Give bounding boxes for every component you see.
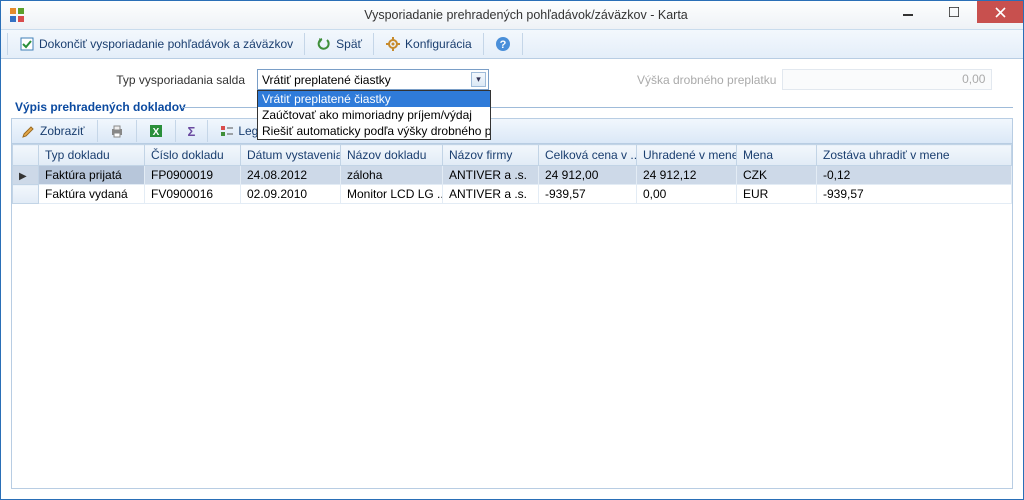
cell: -939,57 bbox=[539, 185, 637, 204]
settlement-type-combo[interactable]: Vrátiť preplatené čiastky ▾ Vrátiť prepl… bbox=[257, 69, 489, 90]
col-header[interactable]: Dátum vystavenia bbox=[241, 145, 341, 166]
overpayment-label: Výška drobného preplatku bbox=[637, 73, 776, 87]
cell: ANTIVER a .s. bbox=[443, 185, 539, 204]
config-button[interactable]: Konfigurácia bbox=[378, 32, 479, 56]
config-label: Konfigurácia bbox=[405, 37, 472, 51]
finish-settlement-button[interactable]: Dokončiť vysporiadanie pohľadávok a závä… bbox=[12, 32, 300, 56]
chevron-down-icon[interactable]: ▾ bbox=[471, 72, 486, 87]
sigma-icon: Σ bbox=[188, 124, 196, 139]
help-icon: ? bbox=[495, 36, 511, 52]
finish-label: Dokončiť vysporiadanie pohľadávok a závä… bbox=[39, 37, 293, 51]
sum-button[interactable]: Σ bbox=[182, 121, 202, 142]
edit-icon bbox=[22, 124, 36, 138]
settlement-type-dropdown: Vrátiť preplatené čiastky Zaúčtovať ako … bbox=[257, 90, 491, 140]
cell: 24 912,00 bbox=[539, 166, 637, 185]
col-header[interactable]: Mena bbox=[737, 145, 817, 166]
undo-icon bbox=[316, 36, 332, 52]
overpayment-value: 0,00 bbox=[782, 69, 992, 90]
grid-header-row: Typ dokladu Číslo dokladu Dátum vystaven… bbox=[13, 145, 1012, 166]
combo-value: Vrátiť preplatené čiastky bbox=[262, 73, 391, 87]
row-indicator: ▶ bbox=[13, 166, 39, 185]
finish-icon bbox=[19, 36, 35, 52]
col-header[interactable]: Typ dokladu bbox=[39, 145, 145, 166]
minimize-button[interactable] bbox=[885, 1, 931, 23]
row-indicator bbox=[13, 185, 39, 204]
print-button[interactable] bbox=[104, 121, 130, 141]
title-bar: Vysporiadanie prehradených pohľadávok/zá… bbox=[1, 1, 1023, 29]
dropdown-option[interactable]: Zaúčtovať ako mimoriadny príjem/výdaj bbox=[258, 107, 490, 123]
documents-section-title: Výpis prehradených dokladov bbox=[1, 94, 1023, 116]
window-title: Vysporiadanie prehradených pohľadávok/zá… bbox=[29, 8, 1023, 22]
col-header[interactable]: Zostáva uhradiť v mene bbox=[817, 145, 1012, 166]
svg-text:X: X bbox=[152, 127, 159, 138]
col-header[interactable]: Celková cena v ... bbox=[539, 145, 637, 166]
cell: ANTIVER a .s. bbox=[443, 166, 539, 185]
dropdown-option[interactable]: Vrátiť preplatené čiastky bbox=[258, 91, 490, 107]
col-header[interactable]: Názov firmy bbox=[443, 145, 539, 166]
cell: 02.09.2010 bbox=[241, 185, 341, 204]
cell: EUR bbox=[737, 185, 817, 204]
excel-icon: X bbox=[149, 124, 163, 138]
cell: Monitor LCD LG ... bbox=[341, 185, 443, 204]
cell: záloha bbox=[341, 166, 443, 185]
back-label: Späť bbox=[336, 37, 362, 51]
show-label: Zobraziť bbox=[40, 124, 85, 138]
app-window: Vysporiadanie prehradených pohľadávok/zá… bbox=[0, 0, 1024, 500]
col-header[interactable]: Uhradené v mene bbox=[637, 145, 737, 166]
svg-text:?: ? bbox=[499, 39, 506, 51]
dropdown-option[interactable]: Riešiť automaticky podľa výšky drobného … bbox=[258, 123, 490, 139]
maximize-button[interactable] bbox=[931, 1, 977, 23]
legend-icon bbox=[220, 124, 234, 138]
help-button[interactable]: ? bbox=[488, 32, 518, 56]
cell: FV0900016 bbox=[145, 185, 241, 204]
table-row[interactable]: ▶ Faktúra prijatá FP0900019 24.08.2012 z… bbox=[13, 166, 1012, 185]
show-button[interactable]: Zobraziť bbox=[16, 121, 91, 141]
grid-toolbar: Zobraziť X Σ Legenda bbox=[11, 118, 1013, 144]
col-header[interactable]: Číslo dokladu bbox=[145, 145, 241, 166]
cell: 0,00 bbox=[637, 185, 737, 204]
app-icon bbox=[5, 7, 29, 23]
printer-icon bbox=[110, 124, 124, 138]
table-row[interactable]: Faktúra vydaná FV0900016 02.09.2010 Moni… bbox=[13, 185, 1012, 204]
cell: Faktúra vydaná bbox=[39, 185, 145, 204]
documents-grid: Typ dokladu Číslo dokladu Dátum vystaven… bbox=[11, 144, 1013, 489]
row-header-corner bbox=[13, 145, 39, 166]
cell: -0,12 bbox=[817, 166, 1012, 185]
cell: Faktúra prijatá bbox=[39, 166, 145, 185]
gear-icon bbox=[385, 36, 401, 52]
settlement-type-label: Typ vysporiadania salda bbox=[13, 73, 249, 87]
back-button[interactable]: Späť bbox=[309, 32, 369, 56]
cell: 24 912,12 bbox=[637, 166, 737, 185]
cell: 24.08.2012 bbox=[241, 166, 341, 185]
main-toolbar: Dokončiť vysporiadanie pohľadávok a závä… bbox=[1, 29, 1023, 59]
settlement-type-row: Typ vysporiadania salda Vrátiť preplaten… bbox=[1, 59, 1023, 94]
close-button[interactable] bbox=[977, 1, 1023, 23]
cell: CZK bbox=[737, 166, 817, 185]
cell: -939,57 bbox=[817, 185, 1012, 204]
excel-export-button[interactable]: X bbox=[143, 121, 169, 141]
cell: FP0900019 bbox=[145, 166, 241, 185]
col-header[interactable]: Názov dokladu bbox=[341, 145, 443, 166]
